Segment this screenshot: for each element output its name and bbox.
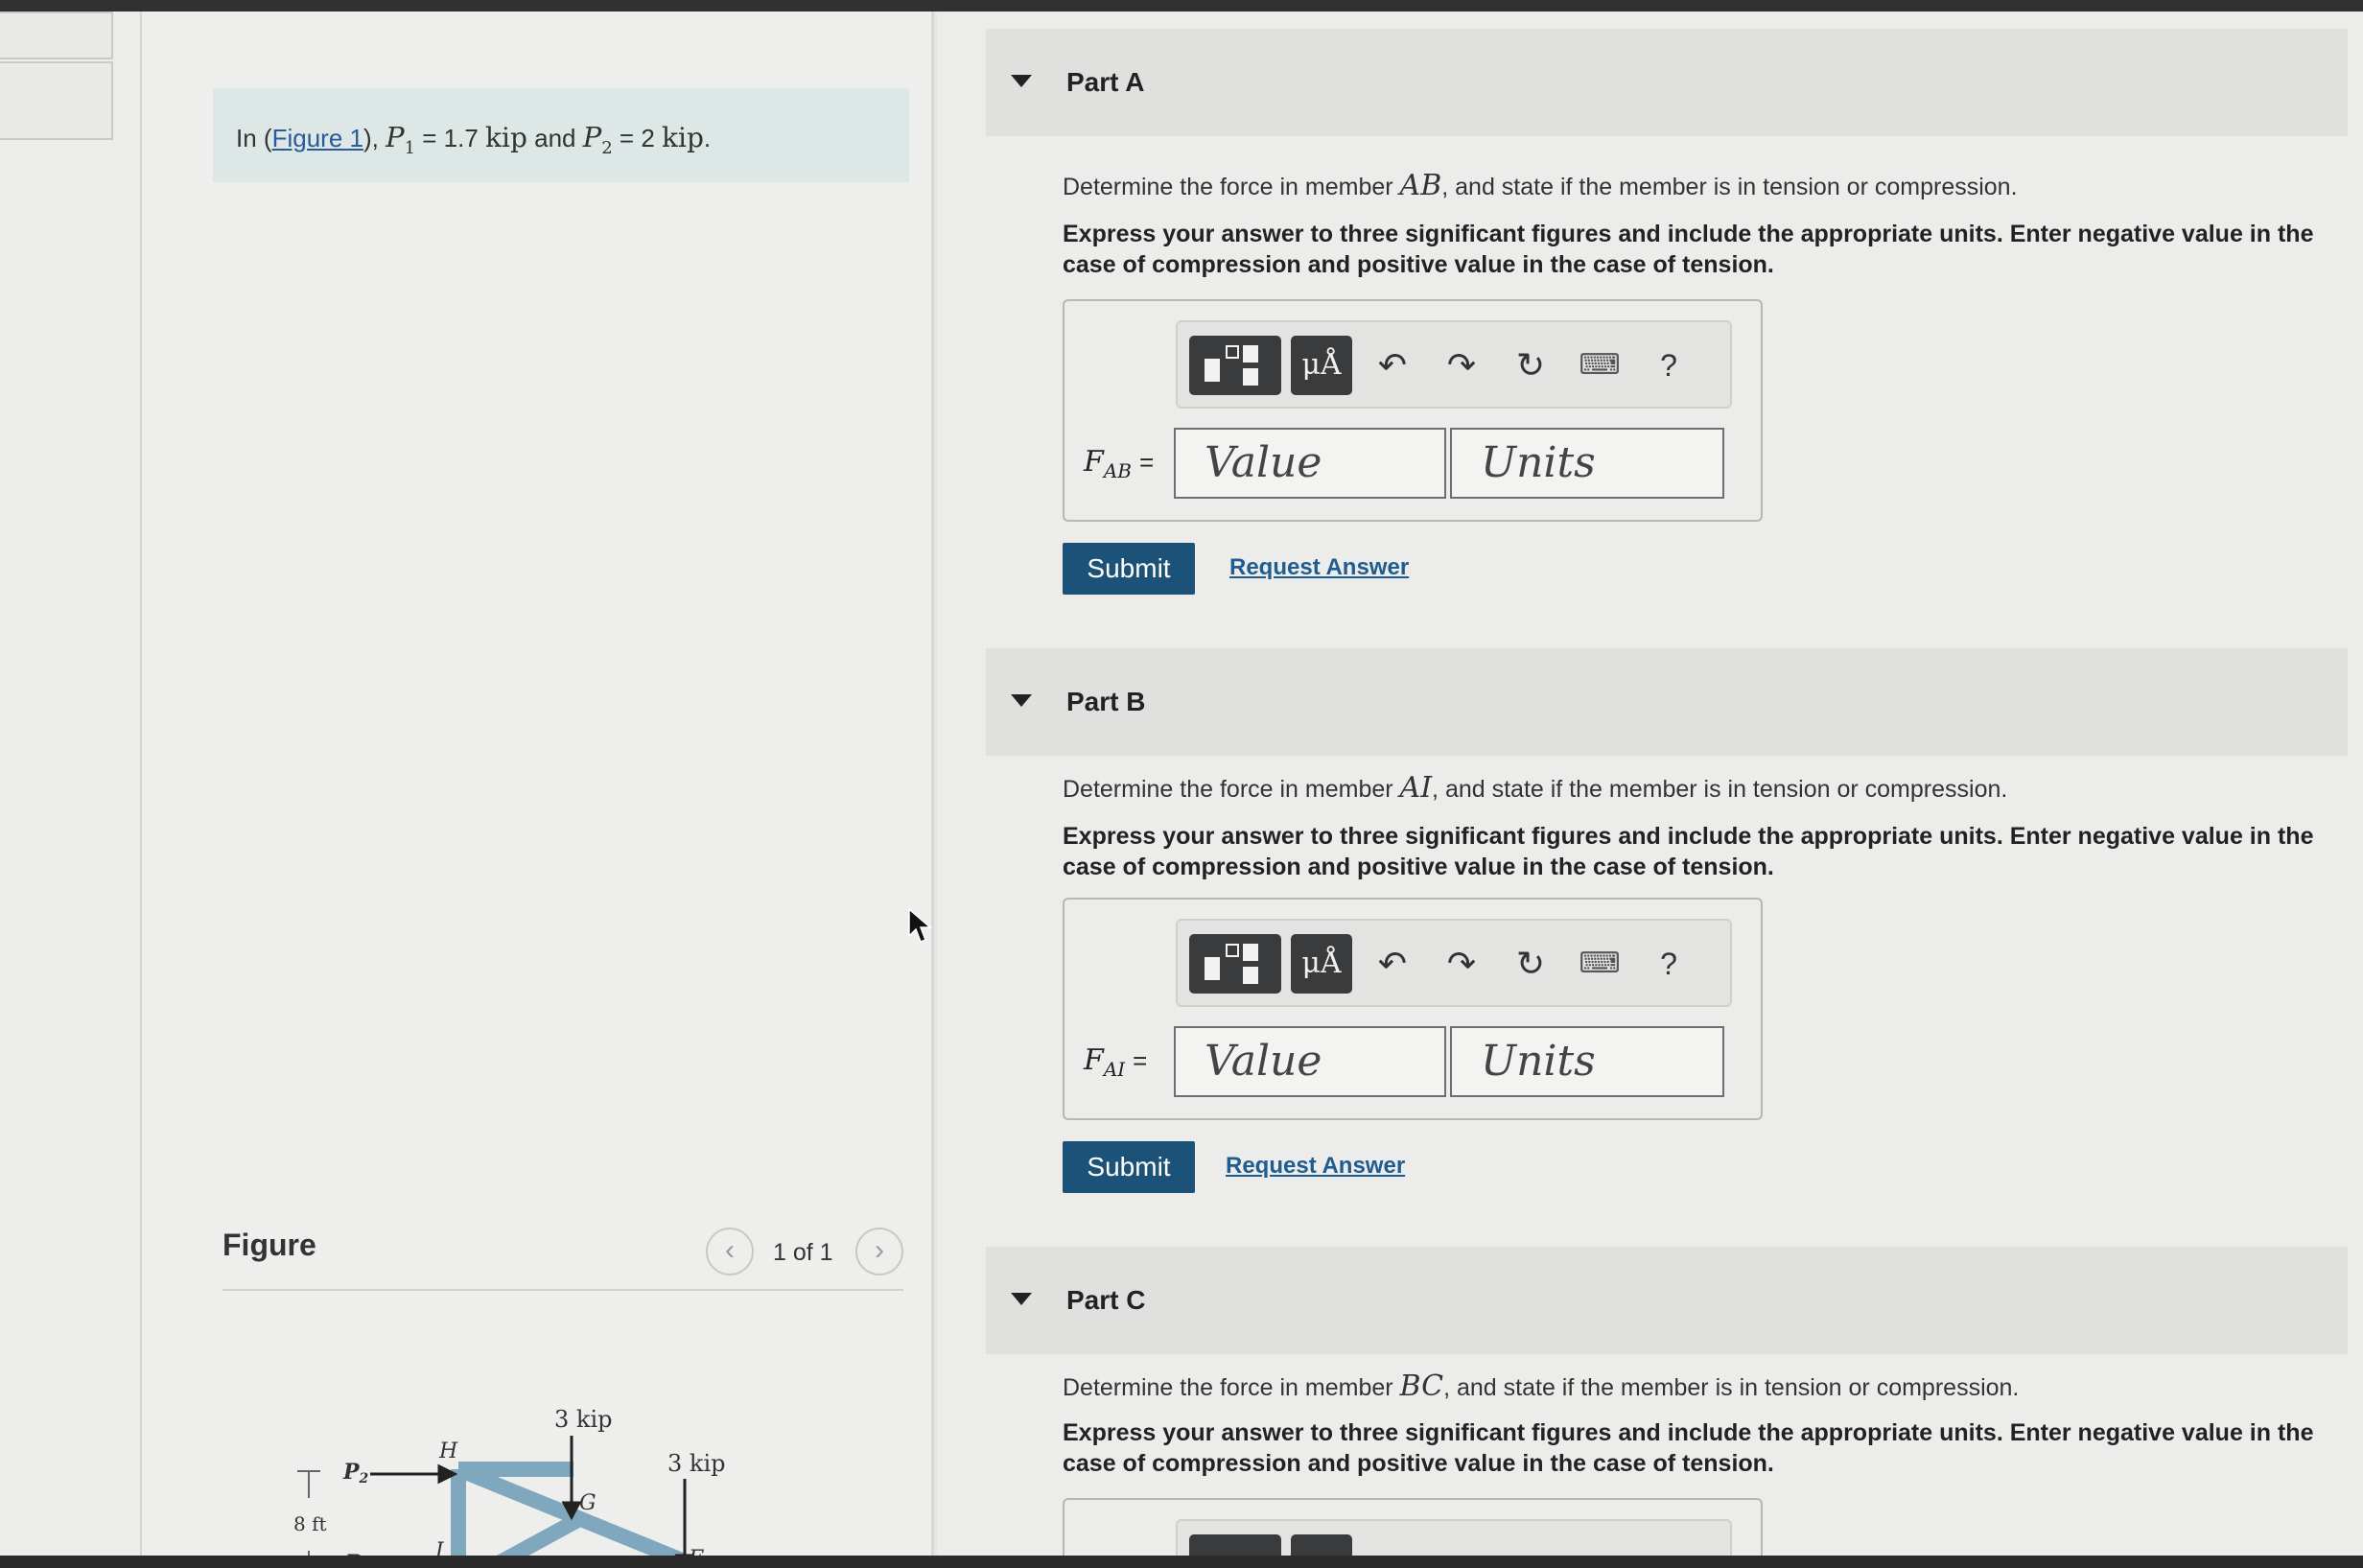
figure-title: Figure	[222, 1228, 316, 1262]
caret-down-icon[interactable]	[1011, 75, 1032, 87]
member-ab: AB	[1399, 169, 1442, 202]
load-label-1: 3 kip	[554, 1406, 612, 1433]
reset-icon[interactable]: ↻	[1504, 938, 1557, 990]
part-b-submit-button[interactable]: Submit	[1063, 1141, 1195, 1193]
help-icon[interactable]: ?	[1642, 339, 1696, 391]
problem-text-prefix: In (	[236, 124, 272, 152]
undo-icon[interactable]: ↶	[1366, 938, 1419, 990]
units-button[interactable]: μÅ	[1291, 934, 1352, 994]
keyboard-icon[interactable]: ⌨	[1573, 938, 1626, 990]
part-a-variable-label: FAB =	[1084, 445, 1155, 482]
figure-next-button[interactable]: ›	[855, 1228, 903, 1275]
p2-value: = 2	[612, 124, 663, 152]
reset-icon[interactable]: ↻	[1504, 339, 1557, 391]
p1-value: = 1.7	[415, 124, 486, 152]
problem-text-end: .	[703, 124, 712, 152]
p1-symbol: P1	[386, 121, 416, 158]
part-b-units-input[interactable]: Units	[1450, 1026, 1724, 1097]
math-toolbar: μÅ ↶ ↷ ↻ ⌨ ?	[1176, 320, 1732, 409]
units-button[interactable]: μÅ	[1291, 336, 1352, 395]
truss-members	[451, 1462, 721, 1568]
p2-symbol: P2	[582, 121, 613, 158]
part-a-answer-box: μÅ ↶ ↷ ↻ ⌨ ? FAB = Value Units	[1063, 299, 1763, 522]
top-bar	[0, 0, 2363, 12]
bottom-bezel	[0, 1556, 2363, 1568]
part-b-answer-box: μÅ ↶ ↷ ↻ ⌨ ? FAI = Value Units	[1063, 898, 1763, 1120]
chevron-left-icon: ‹	[725, 1234, 735, 1266]
problem-statement: In (Figure 1), P1 = 1.7 kip and P2 = 2 k…	[213, 88, 909, 182]
part-c-header[interactable]: Part C	[986, 1247, 2348, 1354]
part-b-header[interactable]: Part B	[986, 648, 2348, 756]
member-bc: BC	[1399, 1369, 1444, 1403]
figure-link[interactable]: Figure 1	[272, 124, 363, 152]
p1-unit: kip	[485, 122, 527, 153]
nav-tab[interactable]	[0, 61, 113, 140]
help-icon[interactable]: ?	[1642, 938, 1696, 990]
part-a-title: Part A	[1066, 67, 1145, 97]
part-a-request-answer-link[interactable]: Request Answer	[1229, 554, 1409, 581]
caret-down-icon[interactable]	[1011, 1293, 1032, 1305]
problem-panel: In (Figure 1), P1 = 1.7 kip and P2 = 2 k…	[142, 12, 934, 1568]
part-a-question: Determine the force in member AB, and st…	[1063, 169, 2018, 202]
part-b-variable-label: FAI =	[1084, 1043, 1148, 1081]
figure-divider	[222, 1289, 903, 1291]
p2-label: P2	[342, 1460, 369, 1486]
problem-text-and: and	[526, 124, 583, 152]
node-g-label: G	[579, 1491, 597, 1515]
p2-unit: kip	[662, 122, 704, 153]
part-c-title: Part C	[1066, 1285, 1146, 1315]
figure-prev-button[interactable]: ‹	[706, 1228, 754, 1275]
dimension-label: 8 ft	[293, 1512, 327, 1535]
part-a-submit-button[interactable]: Submit	[1063, 543, 1195, 595]
templates-button[interactable]	[1189, 336, 1281, 395]
undo-icon[interactable]: ↶	[1366, 339, 1419, 391]
node-h-label: H	[438, 1439, 458, 1463]
part-c-question: Determine the force in member BC, and st…	[1063, 1369, 2020, 1403]
mouse-cursor-icon	[908, 907, 933, 943]
member-ai: AI	[1399, 771, 1433, 805]
part-b-value-input[interactable]: Value	[1174, 1026, 1446, 1097]
truss-figure: 3 kip 3 kip P2 P1 H G I F 8 ft	[293, 1406, 725, 1568]
part-c-instructions: Express your answer to three significant…	[1063, 1419, 2314, 1477]
part-a-units-input[interactable]: Units	[1450, 428, 1724, 499]
figure-page-indicator: 1 of 1	[773, 1239, 833, 1266]
left-nav	[0, 12, 142, 1568]
part-b-request-answer-link[interactable]: Request Answer	[1226, 1153, 1405, 1180]
part-a-instructions: Express your answer to three significant…	[1063, 221, 2314, 278]
part-b-question: Determine the force in member AI, and st…	[1063, 771, 2008, 805]
part-a-value-input[interactable]: Value	[1174, 428, 1446, 499]
math-toolbar: μÅ ↶ ↷ ↻ ⌨ ?	[1176, 919, 1732, 1007]
templates-button[interactable]	[1189, 934, 1281, 994]
redo-icon[interactable]: ↷	[1435, 339, 1488, 391]
part-b-instructions: Express your answer to three significant…	[1063, 823, 2314, 880]
redo-icon[interactable]: ↷	[1435, 938, 1488, 990]
caret-down-icon[interactable]	[1011, 694, 1032, 707]
load-label-2: 3 kip	[667, 1450, 725, 1477]
keyboard-icon[interactable]: ⌨	[1573, 339, 1626, 391]
part-b-title: Part B	[1066, 687, 1146, 716]
problem-text-sep: ),	[363, 124, 386, 152]
part-a-header[interactable]: Part A	[986, 29, 2348, 136]
chevron-right-icon: ›	[875, 1234, 884, 1266]
nav-tab[interactable]	[0, 12, 113, 59]
